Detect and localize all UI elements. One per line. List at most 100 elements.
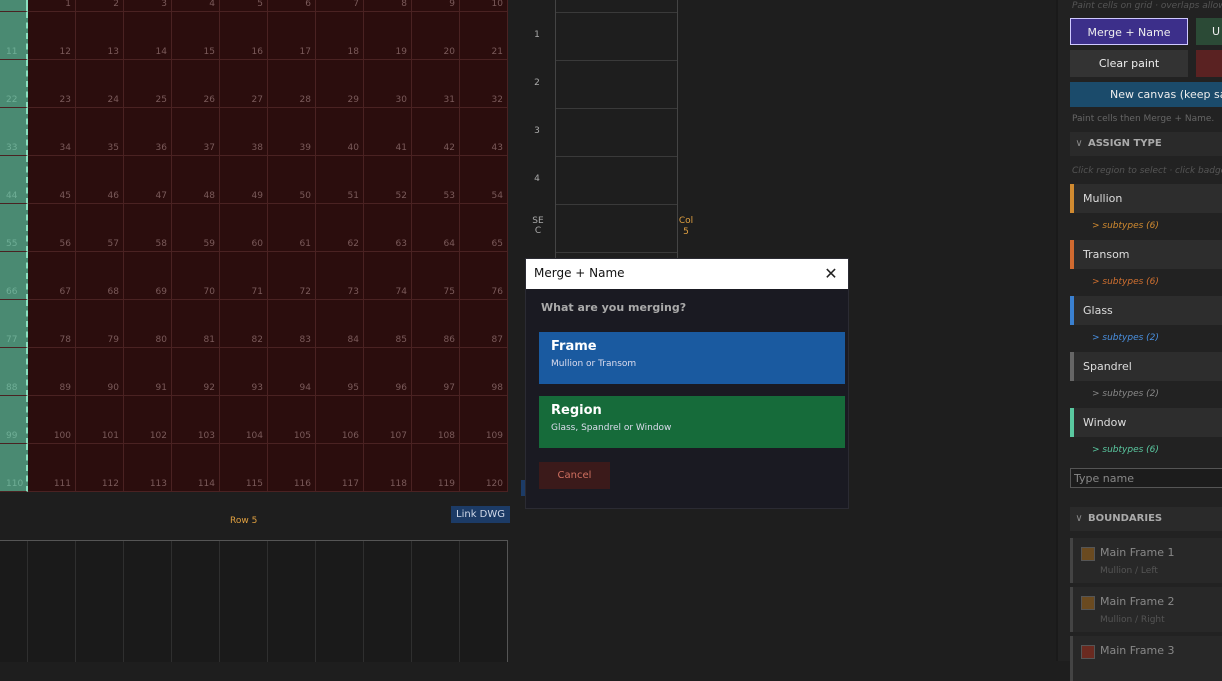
grid-cell[interactable]: 104 — [220, 396, 268, 444]
u-button[interactable]: U — [1196, 18, 1222, 45]
grid-cell[interactable]: 26 — [172, 60, 220, 108]
frame-option-button[interactable]: Frame Mullion or Transom — [539, 332, 845, 384]
grid-cell[interactable]: 112 — [76, 444, 124, 492]
type-row-transom[interactable]: Transom — [1070, 240, 1222, 269]
grid-cell[interactable]: 59 — [172, 204, 220, 252]
type-row-glass[interactable]: Glass — [1070, 296, 1222, 325]
grid-cell[interactable]: 31 — [412, 60, 460, 108]
grid-cell[interactable]: 65 — [460, 204, 508, 252]
grid-cell[interactable]: 118 — [364, 444, 412, 492]
grid-cell[interactable]: 46 — [76, 156, 124, 204]
grid-cell[interactable]: 4 — [172, 0, 220, 12]
grid-cell[interactable]: 50 — [268, 156, 316, 204]
grid-cell[interactable]: 15 — [172, 12, 220, 60]
grid-cell[interactable]: 12 — [28, 12, 76, 60]
grid-cell[interactable]: 64 — [412, 204, 460, 252]
grid-cell[interactable]: 73 — [316, 252, 364, 300]
grid-cell[interactable]: 5 — [220, 0, 268, 12]
boundary-item[interactable]: Main Frame 2 Mullion / Right — [1070, 587, 1222, 632]
grid-cell[interactable]: 60 — [220, 204, 268, 252]
grid-cell[interactable]: 53 — [412, 156, 460, 204]
grid-cell[interactable]: 43 — [460, 108, 508, 156]
grid-cell[interactable]: 52 — [364, 156, 412, 204]
grid-cell[interactable]: 111 — [28, 444, 76, 492]
grid-cell[interactable]: 119 — [412, 444, 460, 492]
grid-cell[interactable]: 44 — [0, 156, 28, 204]
type-row-mullion[interactable]: Mullion — [1070, 184, 1222, 213]
boundaries-header[interactable]: ∨ BOUNDARIES — [1070, 507, 1222, 531]
grid-cell[interactable]: 32 — [460, 60, 508, 108]
type-name-input[interactable] — [1070, 468, 1222, 488]
grid-cell[interactable]: 76 — [460, 252, 508, 300]
clear-paint-button[interactable]: Clear paint — [1070, 50, 1188, 77]
merge-name-button[interactable]: Merge + Name — [1070, 18, 1188, 45]
grid-cell[interactable]: 25 — [124, 60, 172, 108]
grid-cell[interactable]: 113 — [124, 444, 172, 492]
grid-cell[interactable]: 86 — [412, 300, 460, 348]
subtypes-toggle[interactable]: > subtypes (6) — [1092, 277, 1159, 287]
grid-cell[interactable]: 98 — [460, 348, 508, 396]
grid-cell[interactable]: 103 — [172, 396, 220, 444]
grid-cell[interactable]: 97 — [412, 348, 460, 396]
grid-cell[interactable]: 42 — [412, 108, 460, 156]
subtypes-toggle[interactable]: > subtypes (6) — [1092, 221, 1159, 231]
grid-cell[interactable]: 120 — [460, 444, 508, 492]
region-option-button[interactable]: Region Glass, Spandrel or Window — [539, 396, 845, 448]
grid-cell[interactable]: 10 — [460, 0, 508, 12]
grid-cell[interactable]: 116 — [268, 444, 316, 492]
lower-grid[interactable] — [0, 540, 508, 662]
grid-cell[interactable]: 37 — [172, 108, 220, 156]
grid-cell[interactable]: 28 — [268, 60, 316, 108]
grid-cell[interactable]: 41 — [364, 108, 412, 156]
grid-cell[interactable]: 27 — [220, 60, 268, 108]
subtypes-toggle[interactable]: > subtypes (2) — [1092, 333, 1159, 343]
grid-cell[interactable]: 6 — [268, 0, 316, 12]
type-row-window[interactable]: Window — [1070, 408, 1222, 437]
grid-cell[interactable]: 30 — [364, 60, 412, 108]
grid-cell[interactable]: 54 — [460, 156, 508, 204]
grid-cell[interactable]: 89 — [28, 348, 76, 396]
grid-cell[interactable]: 72 — [268, 252, 316, 300]
grid-cell[interactable]: 78 — [28, 300, 76, 348]
grid-cell[interactable]: 23 — [28, 60, 76, 108]
grid-cell[interactable]: 8 — [364, 0, 412, 12]
grid-cell[interactable]: 33 — [0, 108, 28, 156]
grid-cell[interactable]: 29 — [316, 60, 364, 108]
grid-cell[interactable]: 66 — [0, 252, 28, 300]
grid-cell[interactable]: 69 — [124, 252, 172, 300]
boundary-item[interactable]: Main Frame 3 — [1070, 636, 1222, 681]
grid-cell[interactable]: 58 — [124, 204, 172, 252]
grid-cell[interactable]: 51 — [316, 156, 364, 204]
grid-cell[interactable]: 77 — [0, 300, 28, 348]
grid-cell[interactable]: 63 — [364, 204, 412, 252]
section-grid[interactable] — [555, 0, 678, 258]
grid-cell[interactable]: 81 — [172, 300, 220, 348]
grid-cell[interactable]: 107 — [364, 396, 412, 444]
grid-cell[interactable]: 38 — [220, 108, 268, 156]
grid-cell[interactable]: 36 — [124, 108, 172, 156]
grid-cell[interactable]: 83 — [268, 300, 316, 348]
grid-cell[interactable]: 9 — [412, 0, 460, 12]
grid-cell[interactable]: 17 — [268, 12, 316, 60]
grid-cell[interactable]: 68 — [76, 252, 124, 300]
grid-cell[interactable]: 67 — [28, 252, 76, 300]
grid-cell[interactable]: 22 — [0, 60, 28, 108]
type-row-spandrel[interactable]: Spandrel — [1070, 352, 1222, 381]
grid-cell[interactable]: 18 — [316, 12, 364, 60]
grid-cell[interactable]: 24 — [76, 60, 124, 108]
grid-cell[interactable]: 40 — [316, 108, 364, 156]
grid-cell[interactable]: 61 — [268, 204, 316, 252]
grid-cell[interactable]: 11 — [0, 12, 28, 60]
grid-cell[interactable]: 1 — [28, 0, 76, 12]
cancel-button[interactable]: Cancel — [539, 462, 610, 489]
grid-cell[interactable]: 92 — [172, 348, 220, 396]
link-dwg-button[interactable]: Link DWG — [451, 506, 510, 523]
grid-cell[interactable]: 88 — [0, 348, 28, 396]
grid-cell[interactable]: 49 — [220, 156, 268, 204]
assign-type-header[interactable]: ∨ ASSIGN TYPE — [1070, 132, 1222, 156]
subtypes-toggle[interactable]: > subtypes (6) — [1092, 445, 1159, 455]
grid-cell[interactable]: 100 — [28, 396, 76, 444]
grid-cell[interactable]: 14 — [124, 12, 172, 60]
grid-cell[interactable]: 39 — [268, 108, 316, 156]
grid-cell[interactable]: 93 — [220, 348, 268, 396]
